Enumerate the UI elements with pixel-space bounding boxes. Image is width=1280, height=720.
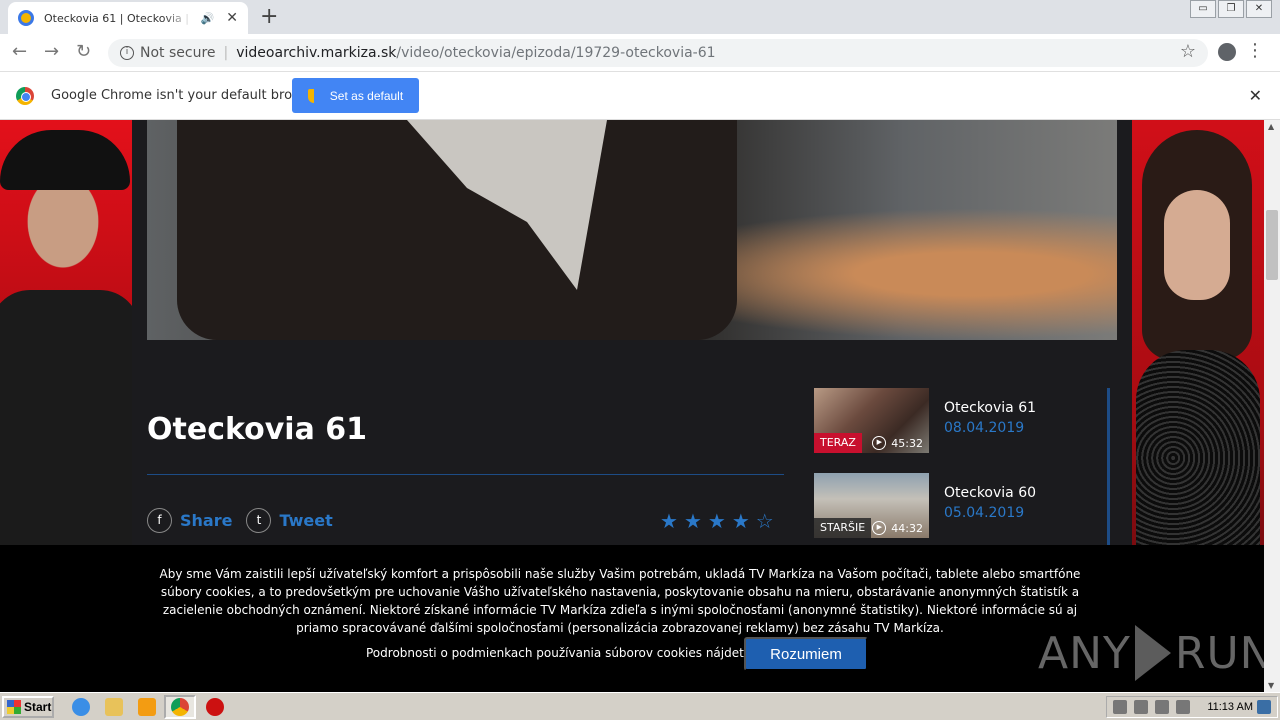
older-badge: STARŠIE [814,518,872,538]
rating-star-icon[interactable]: ★ [684,510,702,532]
playlist-item-title[interactable]: Oteckovia 61 [944,400,1036,416]
facebook-icon: f [147,508,172,533]
show-desktop-icon[interactable] [1257,700,1271,714]
default-browser-infobar: Google Chrome isn't your default browser… [0,72,1280,120]
start-label: Start [24,700,52,714]
share-row: f Share t Tweet [147,508,347,533]
scroll-down-arrow-icon[interactable]: ▼ [1268,681,1274,690]
minimize-button[interactable]: ▭ [1190,0,1216,18]
accept-cookies-button[interactable]: Rozumiem [744,637,868,671]
playlist-scrollbar[interactable] [1107,388,1110,548]
playlist-item[interactable]: TERAZ ▶ 45:32 Oteckovia 61 08.04.2019 [814,388,1094,453]
banner-figure-face [1164,190,1230,300]
close-window-button[interactable]: ✕ [1246,0,1272,18]
scrollbar-thumb[interactable] [1266,210,1278,280]
back-icon[interactable]: ← [12,42,27,62]
duration-value: 45:32 [891,436,923,450]
file-explorer-icon[interactable] [105,698,123,716]
watermark-left: ANY [1038,627,1131,679]
duration-value: 44:32 [891,521,923,535]
site-favicon-icon [18,10,34,26]
rating-star-icon[interactable]: ★ [708,510,726,532]
window-controls: ▭ ❐ ✕ [1188,0,1272,18]
cookie-details-label: Podrobnosti o podmienkach používania súb… [366,646,756,660]
restore-button[interactable]: ❐ [1218,0,1244,18]
anyrun-watermark: ANY RUN [1038,625,1264,681]
twitter-icon: t [246,508,272,533]
clock[interactable]: 11:13 AM [1207,701,1253,713]
site-info-icon[interactable]: i [120,46,134,60]
chrome-taskbar-button[interactable] [164,695,196,719]
infobar-message: Google Chrome isn't your default browser [51,88,323,103]
tab-title: Oteckovia 61 | Oteckovia | Relácie | Vid… [44,11,193,25]
page-viewport: Oteckovia 61 f Share t Tweet ★ ★ ★ ★ ☆ T… [0,120,1264,692]
rating-stars: ★ ★ ★ ★ ☆ [660,510,780,532]
uac-shield-icon [307,88,320,103]
facebook-share-button[interactable]: f Share [147,508,232,533]
page-scrollbar[interactable]: ▲ ▼ [1264,120,1280,692]
duration-label: ▶ 45:32 [872,436,923,450]
play-icon: ▶ [872,436,887,450]
reload-icon[interactable]: ↻ [76,42,91,62]
url-path[interactable]: /video/oteckovia/epizoda/19729-oteckovia… [396,45,715,61]
internet-explorer-icon[interactable] [72,698,90,716]
bookmark-star-icon[interactable]: ☆ [1180,42,1196,62]
browser-toolbar: ← → ↻ i Not secure | videoarchiv.markiza… [0,34,1280,72]
playlist-item[interactable]: STARŠIE ▶ 44:32 Oteckovia 60 05.04.2019 [814,473,1094,538]
set-as-default-label: Set as default [329,88,404,103]
tray-expand-icon[interactable] [1113,700,1128,714]
episode-title: Oteckovia 61 [147,412,368,447]
playlist-item-date: 08.04.2019 [944,420,1025,436]
url-separator: | [223,45,229,61]
rating-star-icon[interactable]: ★ [660,510,678,532]
cookie-details-text: Podrobnosti o podmienkach používania súb… [366,646,767,660]
chrome-icon [171,698,189,716]
tab-strip: Oteckovia 61 | Oteckovia | Relácie | Vid… [0,0,1280,34]
security-indicator[interactable]: Not secure [140,45,216,61]
rating-star-icon[interactable]: ☆ [756,510,774,532]
tab-close-icon[interactable]: ✕ [226,10,238,26]
cookie-consent-text: Aby sme Vám zaistili lepší užívateľský k… [159,567,1081,635]
system-tray: 11:13 AM [1106,696,1278,718]
scroll-up-arrow-icon[interactable]: ▲ [1268,122,1274,131]
tweet-button[interactable]: t Tweet [246,508,333,533]
title-divider [147,474,784,475]
play-icon: ▶ [872,521,887,535]
rating-star-icon[interactable]: ★ [732,510,750,532]
start-button[interactable]: Start [2,696,54,718]
playlist-item-title[interactable]: Oteckovia 60 [944,485,1036,501]
chrome-menu-icon[interactable]: ⋮ [1246,40,1264,62]
video-player[interactable] [147,120,1117,340]
watermark-play-icon [1134,625,1171,681]
episode-thumbnail[interactable]: TERAZ ▶ 45:32 [814,388,929,453]
episode-playlist: TERAZ ▶ 45:32 Oteckovia 61 08.04.2019 ST… [814,388,1110,548]
browser-tab[interactable]: Oteckovia 61 | Oteckovia | Relácie | Vid… [8,2,248,34]
volume-icon[interactable] [1155,700,1170,714]
address-bar[interactable]: i Not secure | videoarchiv.markiza.sk/vi… [108,39,1208,67]
action-center-flag-icon[interactable] [1176,700,1191,714]
tweet-label: Tweet [279,511,333,530]
stop-icon[interactable] [206,698,224,716]
windows-logo-icon [7,700,21,714]
windows-taskbar: Start 11:13 AM [0,692,1280,720]
set-as-default-button[interactable]: Set as default [292,78,419,113]
now-playing-badge: TERAZ [814,433,862,453]
episode-thumbnail[interactable]: STARŠIE ▶ 44:32 [814,473,929,538]
watermark-right: RUN [1174,627,1264,679]
forward-icon[interactable]: → [44,42,59,62]
url-host[interactable]: videoarchiv.markiza.sk [236,45,396,61]
share-label: Share [180,511,233,530]
duration-label: ▶ 44:32 [872,521,923,535]
profile-avatar-icon[interactable] [1218,43,1236,61]
chrome-logo-icon [16,87,34,105]
network-icon[interactable] [1134,700,1149,714]
playlist-item-date: 05.04.2019 [944,505,1025,521]
banner-figure-cap [0,130,130,190]
infobar-close-icon[interactable]: ✕ [1249,86,1262,105]
cookie-consent-banner: Aby sme Vám zaistili lepší užívateľský k… [0,545,1264,692]
audio-playing-icon[interactable]: 🔊 [201,12,215,25]
media-player-icon[interactable] [138,698,156,716]
new-tab-button[interactable]: + [260,6,278,28]
